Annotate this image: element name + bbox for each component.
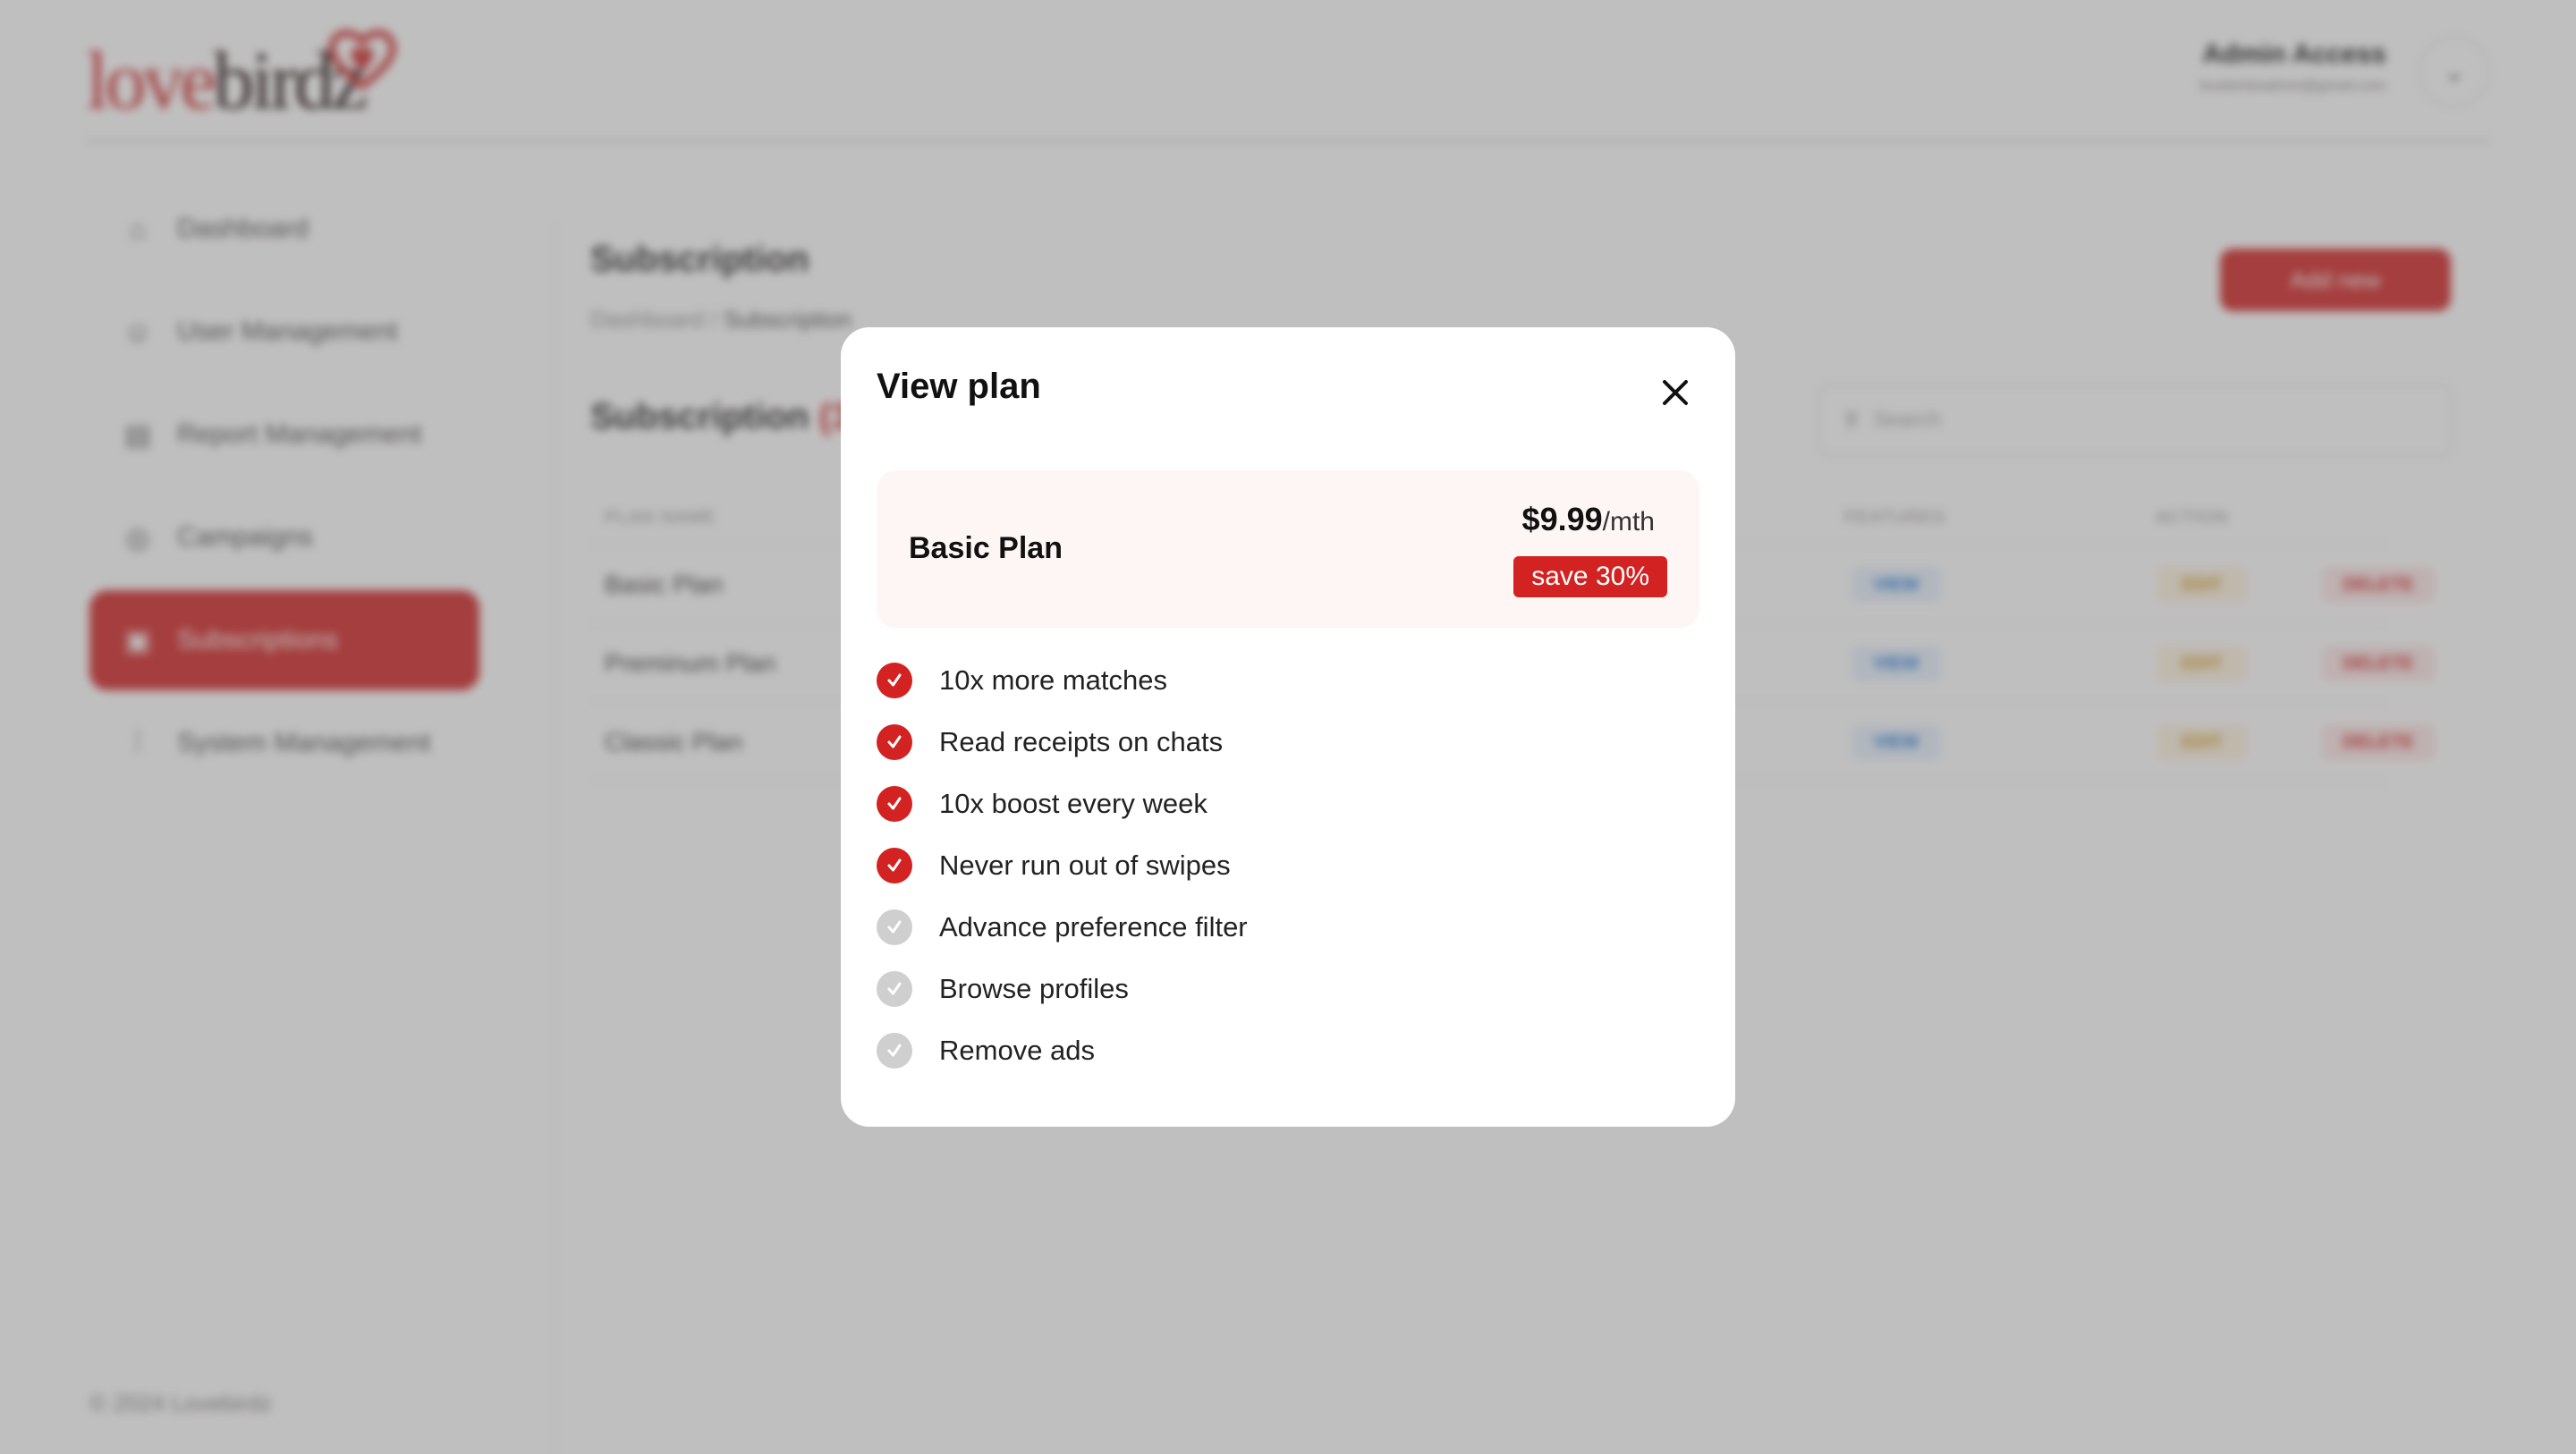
check-circle-icon: [877, 723, 912, 760]
price-period: /mth: [1602, 507, 1655, 537]
feature-item: Remove ads: [877, 1019, 1682, 1081]
plan-summary-card: Basic Plan $9.99/mth save 30%: [877, 470, 1699, 628]
close-button[interactable]: [1649, 367, 1701, 418]
feature-label: Read receipts on chats: [939, 725, 1224, 757]
check-circle-icon: [877, 785, 912, 822]
feature-label: 10x boost every week: [939, 787, 1208, 819]
feature-label: 10x more matches: [939, 664, 1167, 696]
check-circle-icon: [877, 662, 912, 698]
price-amount: $9.99: [1521, 501, 1603, 537]
feature-list: 10x more matches Read receipts on chats 10…: [877, 649, 1682, 1081]
feature-item: 10x more matches: [877, 649, 1682, 711]
feature-item: 10x boost every week: [877, 773, 1682, 834]
feature-item: Read receipts on chats: [877, 711, 1682, 773]
check-circle-disabled-icon: [877, 970, 912, 1007]
feature-label: Advance preference filter: [939, 910, 1248, 943]
modal-title: View plan: [877, 367, 1041, 406]
check-circle-disabled-icon: [877, 1032, 912, 1069]
feature-item: Never run out of swipes: [877, 834, 1682, 896]
feature-item: Browse profiles: [877, 958, 1682, 1019]
close-icon: [1663, 380, 1688, 405]
plan-price: $9.99/mth: [1522, 501, 1655, 538]
plan-name: Basic Plan: [909, 531, 1063, 565]
feature-label: Browse profiles: [939, 972, 1129, 1004]
feature-item: Advance preference filter: [877, 896, 1682, 958]
check-circle-disabled-icon: [877, 909, 912, 945]
check-circle-icon: [877, 847, 912, 883]
discount-badge: save 30%: [1513, 556, 1667, 597]
feature-label: Never run out of swipes: [939, 849, 1231, 881]
feature-label: Remove ads: [939, 1034, 1096, 1066]
view-plan-modal: View plan Basic Plan $9.99/mth save 30% …: [841, 327, 1735, 1127]
